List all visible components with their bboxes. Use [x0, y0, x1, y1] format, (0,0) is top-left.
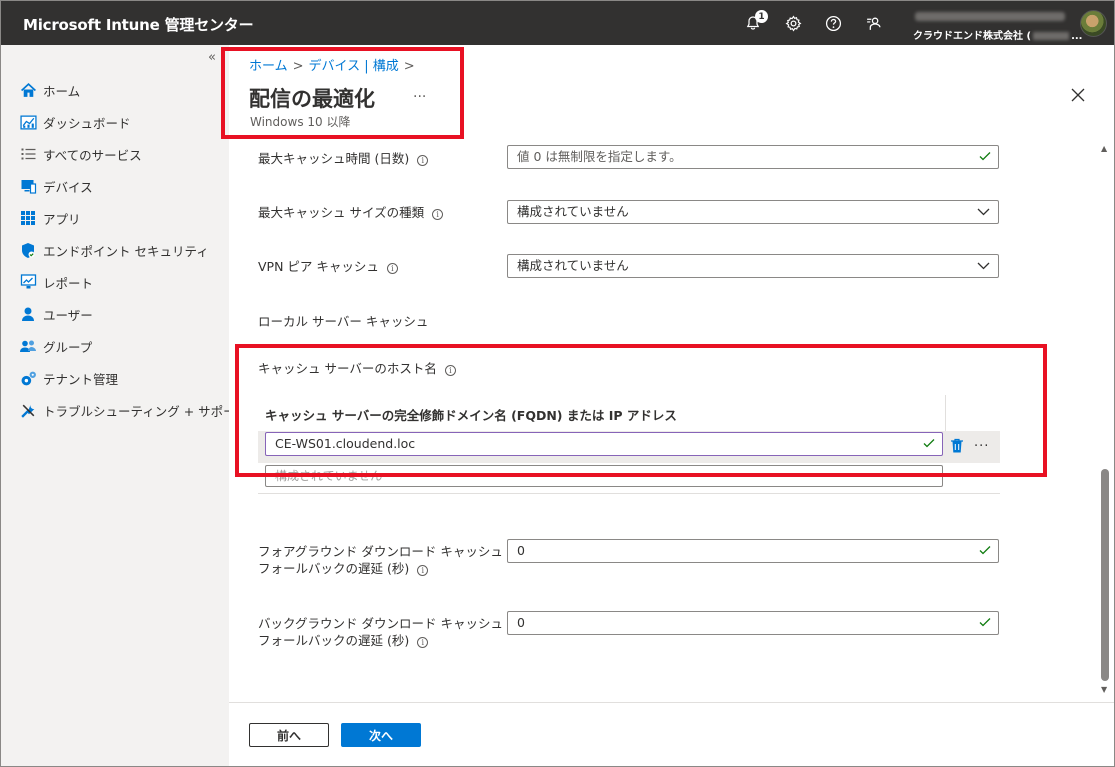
- max-cache-size-type-value: 構成されていません: [517, 204, 629, 219]
- group-icon: [19, 337, 37, 355]
- tenant-gear-icon: [19, 369, 37, 387]
- report-icon: [19, 273, 37, 291]
- max-cache-size-type-label: 最大キャッシュ サイズの種類 i: [258, 204, 444, 221]
- account-org[interactable]: クラウドエンド株式会社 (...: [913, 27, 1082, 42]
- collapse-sidebar-button[interactable]: «: [208, 50, 216, 65]
- max-cache-age-placeholder: 値 0 は無制限を指定します。: [517, 149, 682, 164]
- help-icon[interactable]: [822, 12, 844, 34]
- chevron-down-icon: [977, 208, 990, 216]
- close-icon[interactable]: [1068, 85, 1088, 105]
- highlight-box-hostname: [235, 344, 1047, 477]
- sidebar-item-label: ダッシュボード: [43, 115, 131, 131]
- info-icon[interactable]: i: [417, 637, 429, 648]
- max-cache-age-input[interactable]: 値 0 は無制限を指定します。: [507, 145, 999, 169]
- sidebar-item-label: グループ: [43, 339, 93, 355]
- scrollbar-thumb[interactable]: [1101, 469, 1109, 681]
- sidebar-item-label: デバイス: [43, 179, 93, 195]
- background-fallback-input[interactable]: 0: [507, 611, 999, 635]
- gear-icon[interactable]: [782, 12, 804, 34]
- max-cache-age-label-text: 最大キャッシュ時間 (日数): [258, 151, 410, 166]
- footer-divider: [229, 702, 1114, 703]
- shield-icon: [19, 241, 37, 259]
- sidebar: « ホーム ダッシュボード すべてのサービス デバイス アプリ エンドポイント …: [1, 45, 248, 766]
- local-server-caching-heading: ローカル サーバー キャッシュ: [258, 314, 429, 329]
- valid-check-icon: [979, 546, 991, 555]
- foreground-fallback-value: 0: [517, 543, 525, 558]
- vpn-peer-caching-label: VPN ピア キャッシュ i: [258, 258, 398, 275]
- max-cache-size-type-select[interactable]: 構成されていません: [507, 200, 999, 224]
- main-panel: ホーム > デバイス | 構成 > 配信の最適化 ... Windows 10 以降 …: [221, 45, 1114, 766]
- top-bar: Microsoft Intune 管理センター 1 クラウドエンド株式会社 (.…: [1, 1, 1114, 45]
- sidebar-item-endpoint-security[interactable]: エンドポイント セキュリティ: [19, 239, 209, 261]
- device-icon: [19, 177, 37, 195]
- valid-check-icon: [979, 618, 991, 627]
- sidebar-item-home[interactable]: ホーム: [19, 79, 80, 101]
- previous-button[interactable]: 前へ: [249, 723, 329, 747]
- avatar[interactable]: [1080, 10, 1107, 37]
- sidebar-item-devices[interactable]: デバイス: [19, 175, 93, 197]
- scroll-down-arrow-icon[interactable]: ▼: [1101, 685, 1107, 694]
- sidebar-item-label: ユーザー: [43, 307, 93, 323]
- sidebar-item-label: エンドポイント セキュリティ: [43, 243, 209, 259]
- app-title[interactable]: Microsoft Intune 管理センター: [23, 14, 254, 35]
- vpn-peer-caching-value: 構成されていません: [517, 258, 629, 273]
- sidebar-item-reports[interactable]: レポート: [19, 271, 93, 293]
- sidebar-item-label: すべてのサービス: [43, 147, 142, 163]
- list-icon: [19, 145, 37, 163]
- sidebar-item-apps[interactable]: アプリ: [19, 207, 81, 229]
- account-org-redacted: [1033, 32, 1070, 40]
- scroll-up-arrow-icon[interactable]: ▲: [1101, 144, 1107, 153]
- info-icon[interactable]: i: [432, 209, 444, 220]
- max-cache-size-type-label-text: 最大キャッシュ サイズの種類: [258, 205, 425, 220]
- tools-icon: [19, 401, 37, 419]
- sidebar-item-tenant-admin[interactable]: テナント管理: [19, 367, 118, 389]
- sidebar-item-troubleshooting[interactable]: トラブルシューティング + サポート: [19, 399, 248, 421]
- home-icon: [19, 81, 37, 99]
- foreground-fallback-input[interactable]: 0: [507, 539, 999, 563]
- app-window: Microsoft Intune 管理センター 1 クラウドエンド株式会社 (.…: [0, 0, 1115, 767]
- highlight-box-header: [221, 47, 464, 139]
- feedback-icon[interactable]: [862, 12, 884, 34]
- background-fallback-value: 0: [517, 615, 525, 630]
- sidebar-item-groups[interactable]: グループ: [19, 335, 92, 357]
- account-name-redacted[interactable]: [915, 12, 1065, 21]
- sidebar-item-dashboard[interactable]: ダッシュボード: [19, 111, 131, 133]
- next-button[interactable]: 次へ: [341, 723, 421, 747]
- sidebar-item-label: ホーム: [43, 83, 81, 99]
- sidebar-item-label: レポート: [43, 275, 94, 291]
- info-icon[interactable]: i: [417, 565, 429, 576]
- sidebar-item-label: アプリ: [43, 211, 81, 227]
- background-fallback-label-line2: フォールバックの遅延 (秒): [258, 633, 410, 648]
- max-cache-age-label: 最大キャッシュ時間 (日数) i: [258, 150, 429, 167]
- valid-check-icon: [979, 152, 991, 161]
- foreground-fallback-label-line2: フォールバックの遅延 (秒): [258, 561, 410, 576]
- account-org-suffix: ...: [1071, 31, 1083, 42]
- info-icon[interactable]: i: [386, 263, 398, 274]
- sidebar-item-label: テナント管理: [43, 371, 119, 387]
- table-bottom-border: [258, 493, 1000, 494]
- user-icon: [19, 305, 37, 323]
- dashboard-icon: [19, 113, 37, 131]
- info-icon[interactable]: i: [417, 155, 429, 166]
- chevron-down-icon: [977, 262, 990, 270]
- apps-grid-icon: [19, 209, 37, 227]
- sidebar-item-all-services[interactable]: すべてのサービス: [19, 143, 142, 165]
- notification-badge: 1: [755, 10, 768, 23]
- vpn-peer-caching-label-text: VPN ピア キャッシュ: [258, 259, 379, 274]
- vpn-peer-caching-select[interactable]: 構成されていません: [507, 254, 999, 278]
- sidebar-item-label: トラブルシューティング + サポート: [43, 403, 249, 419]
- sidebar-item-users[interactable]: ユーザー: [19, 303, 93, 325]
- account-org-label: クラウドエンド株式会社 (: [913, 31, 1032, 42]
